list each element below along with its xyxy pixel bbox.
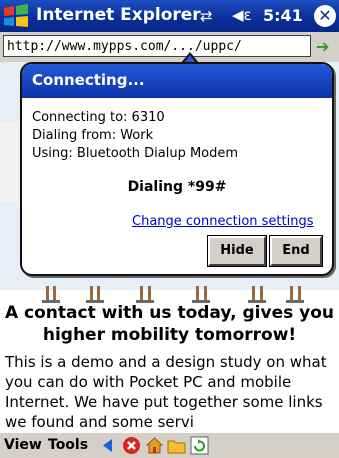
connecting-to-text: Connecting to: 6310: [32, 110, 165, 125]
app-title: Internet Explorer: [36, 5, 201, 25]
refresh-icon[interactable]: [190, 436, 209, 455]
title-bar: Internet Explorer ⇄ ◀ε 5:41 ✕: [0, 0, 339, 32]
using-modem-text: Using: Bluetooth Dialup Modem: [32, 146, 239, 161]
page-body-text: This is a demo and a design study on wha…: [5, 353, 327, 431]
connecting-dialog: Connecting... Connecting to: 6310 Dialin…: [20, 62, 334, 276]
windows-start-icon[interactable]: [2, 3, 30, 29]
back-icon[interactable]: [100, 436, 119, 455]
end-button[interactable]: End: [270, 236, 322, 266]
people-illustration: [42, 286, 304, 303]
home-icon[interactable]: [145, 436, 164, 455]
change-connection-settings-link[interactable]: Change connection settings: [132, 214, 314, 229]
page-side-link[interactable]: [0, 122, 18, 202]
clock[interactable]: 5:41: [263, 6, 303, 25]
view-menu[interactable]: View: [4, 437, 42, 453]
bottom-toolbar: View Tools: [0, 432, 339, 458]
go-arrow-icon[interactable]: ➔: [316, 37, 329, 56]
dialing-status: Dialing *99#: [127, 179, 227, 195]
hide-button[interactable]: Hide: [208, 236, 266, 266]
address-bar: http://www.mypps.com/.../uppc/ ➔: [0, 32, 339, 63]
close-icon[interactable]: ✕: [314, 5, 336, 27]
address-input[interactable]: http://www.mypps.com/.../uppc/: [3, 35, 311, 57]
volume-icon[interactable]: ◀ε: [232, 6, 252, 24]
page-headline: A contact with us today, gives you highe…: [4, 303, 335, 345]
tools-menu[interactable]: Tools: [48, 437, 88, 453]
favorites-icon[interactable]: [167, 436, 186, 455]
connectivity-icon[interactable]: ⇄: [200, 7, 213, 25]
stop-icon[interactable]: [122, 436, 141, 455]
dialing-from-text: Dialing from: Work: [32, 128, 154, 143]
dialog-title: Connecting...: [22, 64, 332, 98]
